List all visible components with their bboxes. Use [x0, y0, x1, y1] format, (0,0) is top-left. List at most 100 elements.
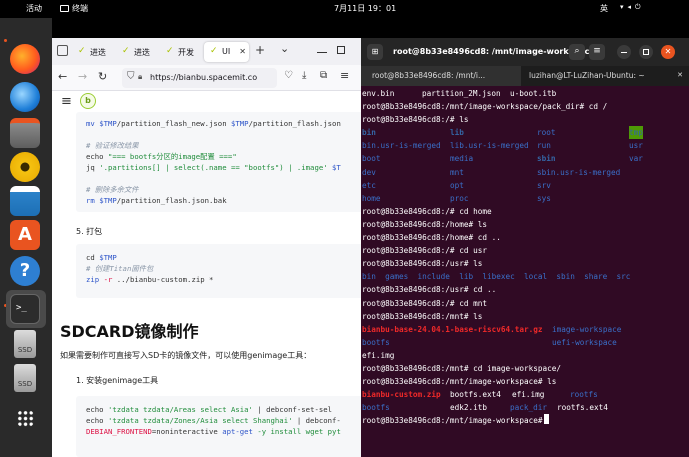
- terminal-line: bin.usr-is-merged lib.usr-is-merged run usr: [362, 139, 689, 152]
- code-line: echo "=== bootfs分区的image配置 ===": [86, 151, 361, 162]
- code-token: $TMP: [99, 119, 117, 128]
- system-tray[interactable]: ▾◂⏻: [620, 3, 645, 12]
- code-line: jq '.partitions[] | select(.name == "boo…: [86, 162, 361, 173]
- terminal-line: root@8b33e8496cd8:/mnt# cd image-workspa…: [362, 362, 689, 375]
- new-tab-button[interactable]: +: [255, 43, 265, 57]
- terminal-line: root@8b33e8496cd8:/mnt/image-workspace/p…: [362, 100, 689, 113]
- code-block: echo 'tzdata tzdata/Areas select Asia' |…: [76, 396, 361, 457]
- tab-label: 进迭: [134, 48, 150, 57]
- close-icon[interactable]: ✕: [661, 45, 675, 59]
- browser-tab-active[interactable]: ✓ UI ✕: [204, 42, 249, 62]
- terminal-text: bootfs: [362, 403, 390, 413]
- terminal-tab-active[interactable]: root@8b33e8496cd8: /mnt/i...: [361, 66, 521, 86]
- pocket-icon[interactable]: ♡: [284, 70, 293, 81]
- terminal-text: proc: [450, 193, 469, 203]
- code-line: # 创建Titan固件包: [86, 263, 361, 274]
- files-icon[interactable]: [10, 118, 40, 148]
- terminal-text: root@8b33e8496cd8:/mnt/image-workspace#: [362, 416, 543, 426]
- terminal-output[interactable]: env.bin partition_2M.json u-boot.itb root@8…: [362, 87, 689, 427]
- code-token: jq: [86, 163, 100, 172]
- code-token: /partition_flash_new.json: [116, 119, 231, 128]
- minimize-button[interactable]: [617, 45, 631, 59]
- terminal-text: root@8b33e8496cd8:/usr# cd ..: [362, 285, 497, 295]
- tab-overview-icon[interactable]: [57, 45, 68, 56]
- disk-icon[interactable]: SSD: [14, 364, 36, 392]
- menu-icon[interactable]: ≡: [589, 44, 605, 60]
- terminal-text: boot: [362, 154, 381, 164]
- input-method-indicator[interactable]: 英: [600, 3, 608, 14]
- terminal-line: root@8b33e8496cd8:/mnt# ls: [362, 310, 689, 323]
- list-item: 1. 安装genimage工具: [76, 376, 159, 385]
- site-logo-icon[interactable]: b: [80, 93, 96, 109]
- disk-label: SSD: [17, 346, 33, 354]
- code-token: echo: [86, 416, 108, 425]
- url-text: https://bianbu.spacemit.co: [150, 73, 258, 82]
- code-token: '.partitions[] | select(.name == "bootfs…: [99, 163, 328, 172]
- code-line: DEBIAN_FRONTEND=noninteractive apt-get -…: [86, 426, 361, 437]
- clock[interactable]: 7月11日 19：01: [334, 3, 396, 14]
- browser-tab[interactable]: ✓ 进迭: [116, 42, 158, 62]
- show-apps-icon[interactable]: [17, 410, 34, 427]
- terminal-text: root@8b33e8496cd8:/mnt/image-workspace/p…: [362, 102, 608, 112]
- thunderbird-icon[interactable]: [10, 82, 40, 112]
- code-token: -y install wget pyt: [252, 427, 341, 436]
- code-token: mv: [86, 119, 100, 128]
- terminal-text: bin: [362, 128, 376, 138]
- code-token: $T: [327, 163, 341, 172]
- tab-favicon-icon: ✓: [210, 46, 218, 56]
- terminal-text: env.bin: [362, 89, 395, 98]
- terminal-tab[interactable]: luzihan@LT-LuZihan-Ubuntu: ~ ✕: [525, 66, 689, 86]
- minimize-icon[interactable]: [317, 52, 327, 53]
- code-block: cd $TMP # 创建Titan固件包 zip -r ../bianbu-cust…: [76, 244, 361, 298]
- code-token: # 验证修改结果: [86, 141, 139, 150]
- code-line: echo 'tzdata tzdata/Areas select Asia' |…: [86, 404, 361, 415]
- terminal-text: bootfs: [362, 337, 390, 347]
- url-bar[interactable]: ⛉ 🔒︎ https://bianbu.spacemit.co: [122, 68, 277, 88]
- activities-button[interactable]: 活动: [26, 3, 42, 14]
- terminal-window: ⊞ root@8b33e8496cd8: /mnt/image-workspac…: [361, 38, 689, 457]
- code-token: echo: [86, 405, 108, 414]
- code-line: echo 'tzdata tzdata/Zones/Asia select Sh…: [86, 415, 361, 426]
- rhythmbox-icon[interactable]: [10, 152, 40, 182]
- terminal-text: var: [629, 154, 643, 164]
- back-icon[interactable]: ←: [58, 70, 67, 83]
- maximize-icon[interactable]: [337, 46, 345, 54]
- maximize-button[interactable]: [639, 45, 653, 59]
- menu-icon[interactable]: ≡: [340, 69, 349, 82]
- writer-icon[interactable]: [10, 186, 40, 216]
- tab-favicon-icon: ✓: [166, 46, 174, 56]
- forward-icon[interactable]: →: [78, 70, 87, 83]
- close-tab-icon[interactable]: ✕: [677, 71, 683, 79]
- firefox-icon[interactable]: [10, 44, 40, 74]
- code-line: rm $TMP/partition_flash.json.bak: [86, 195, 361, 206]
- terminal-text: rootfs: [570, 390, 598, 400]
- close-tab-icon[interactable]: ✕: [239, 47, 246, 56]
- terminal-icon[interactable]: >_: [10, 294, 40, 324]
- help-icon[interactable]: ?: [10, 256, 40, 286]
- reload-icon[interactable]: ↻: [98, 70, 107, 83]
- code-token: ../bianbu-custom.zip *: [112, 275, 214, 284]
- code-token: 'tzdata tzdata/Zones/Asia select Shangha…: [107, 416, 293, 425]
- terminal-line: etc opt srv: [362, 179, 689, 192]
- terminal-text: u-boot.itb: [510, 89, 557, 98]
- code-token: apt-get: [222, 427, 253, 436]
- terminal-text: root@8b33e8496cd8:/# cd mnt: [362, 298, 487, 308]
- app-center-icon[interactable]: A: [10, 220, 40, 250]
- terminal-line: dev mnt sbin.usr-is-merged: [362, 166, 689, 179]
- terminal-text: root@8b33e8496cd8:/mnt/image-workspace# …: [362, 377, 557, 387]
- browser-tab[interactable]: ✓ 开发: [160, 42, 202, 62]
- download-icon[interactable]: ⤓: [302, 70, 306, 81]
- terminal-text: sbin: [537, 154, 556, 164]
- disk-icon[interactable]: SSD: [14, 330, 36, 358]
- maximize-icon: [643, 49, 649, 55]
- app-menu[interactable]: 终端: [60, 3, 88, 14]
- browser-tab[interactable]: ✓ 进迭: [72, 42, 114, 62]
- search-icon[interactable]: ⌕: [569, 44, 585, 60]
- hamburger-icon[interactable]: ≡: [61, 94, 72, 109]
- tab-list-button[interactable]: ⌄: [280, 42, 289, 55]
- tab-label: 进迭: [90, 48, 106, 57]
- code-token: echo: [86, 152, 108, 161]
- power-icon: ⏻: [635, 3, 645, 11]
- new-tab-icon[interactable]: ⊞: [367, 44, 383, 60]
- extensions-icon[interactable]: ⧉: [320, 70, 327, 81]
